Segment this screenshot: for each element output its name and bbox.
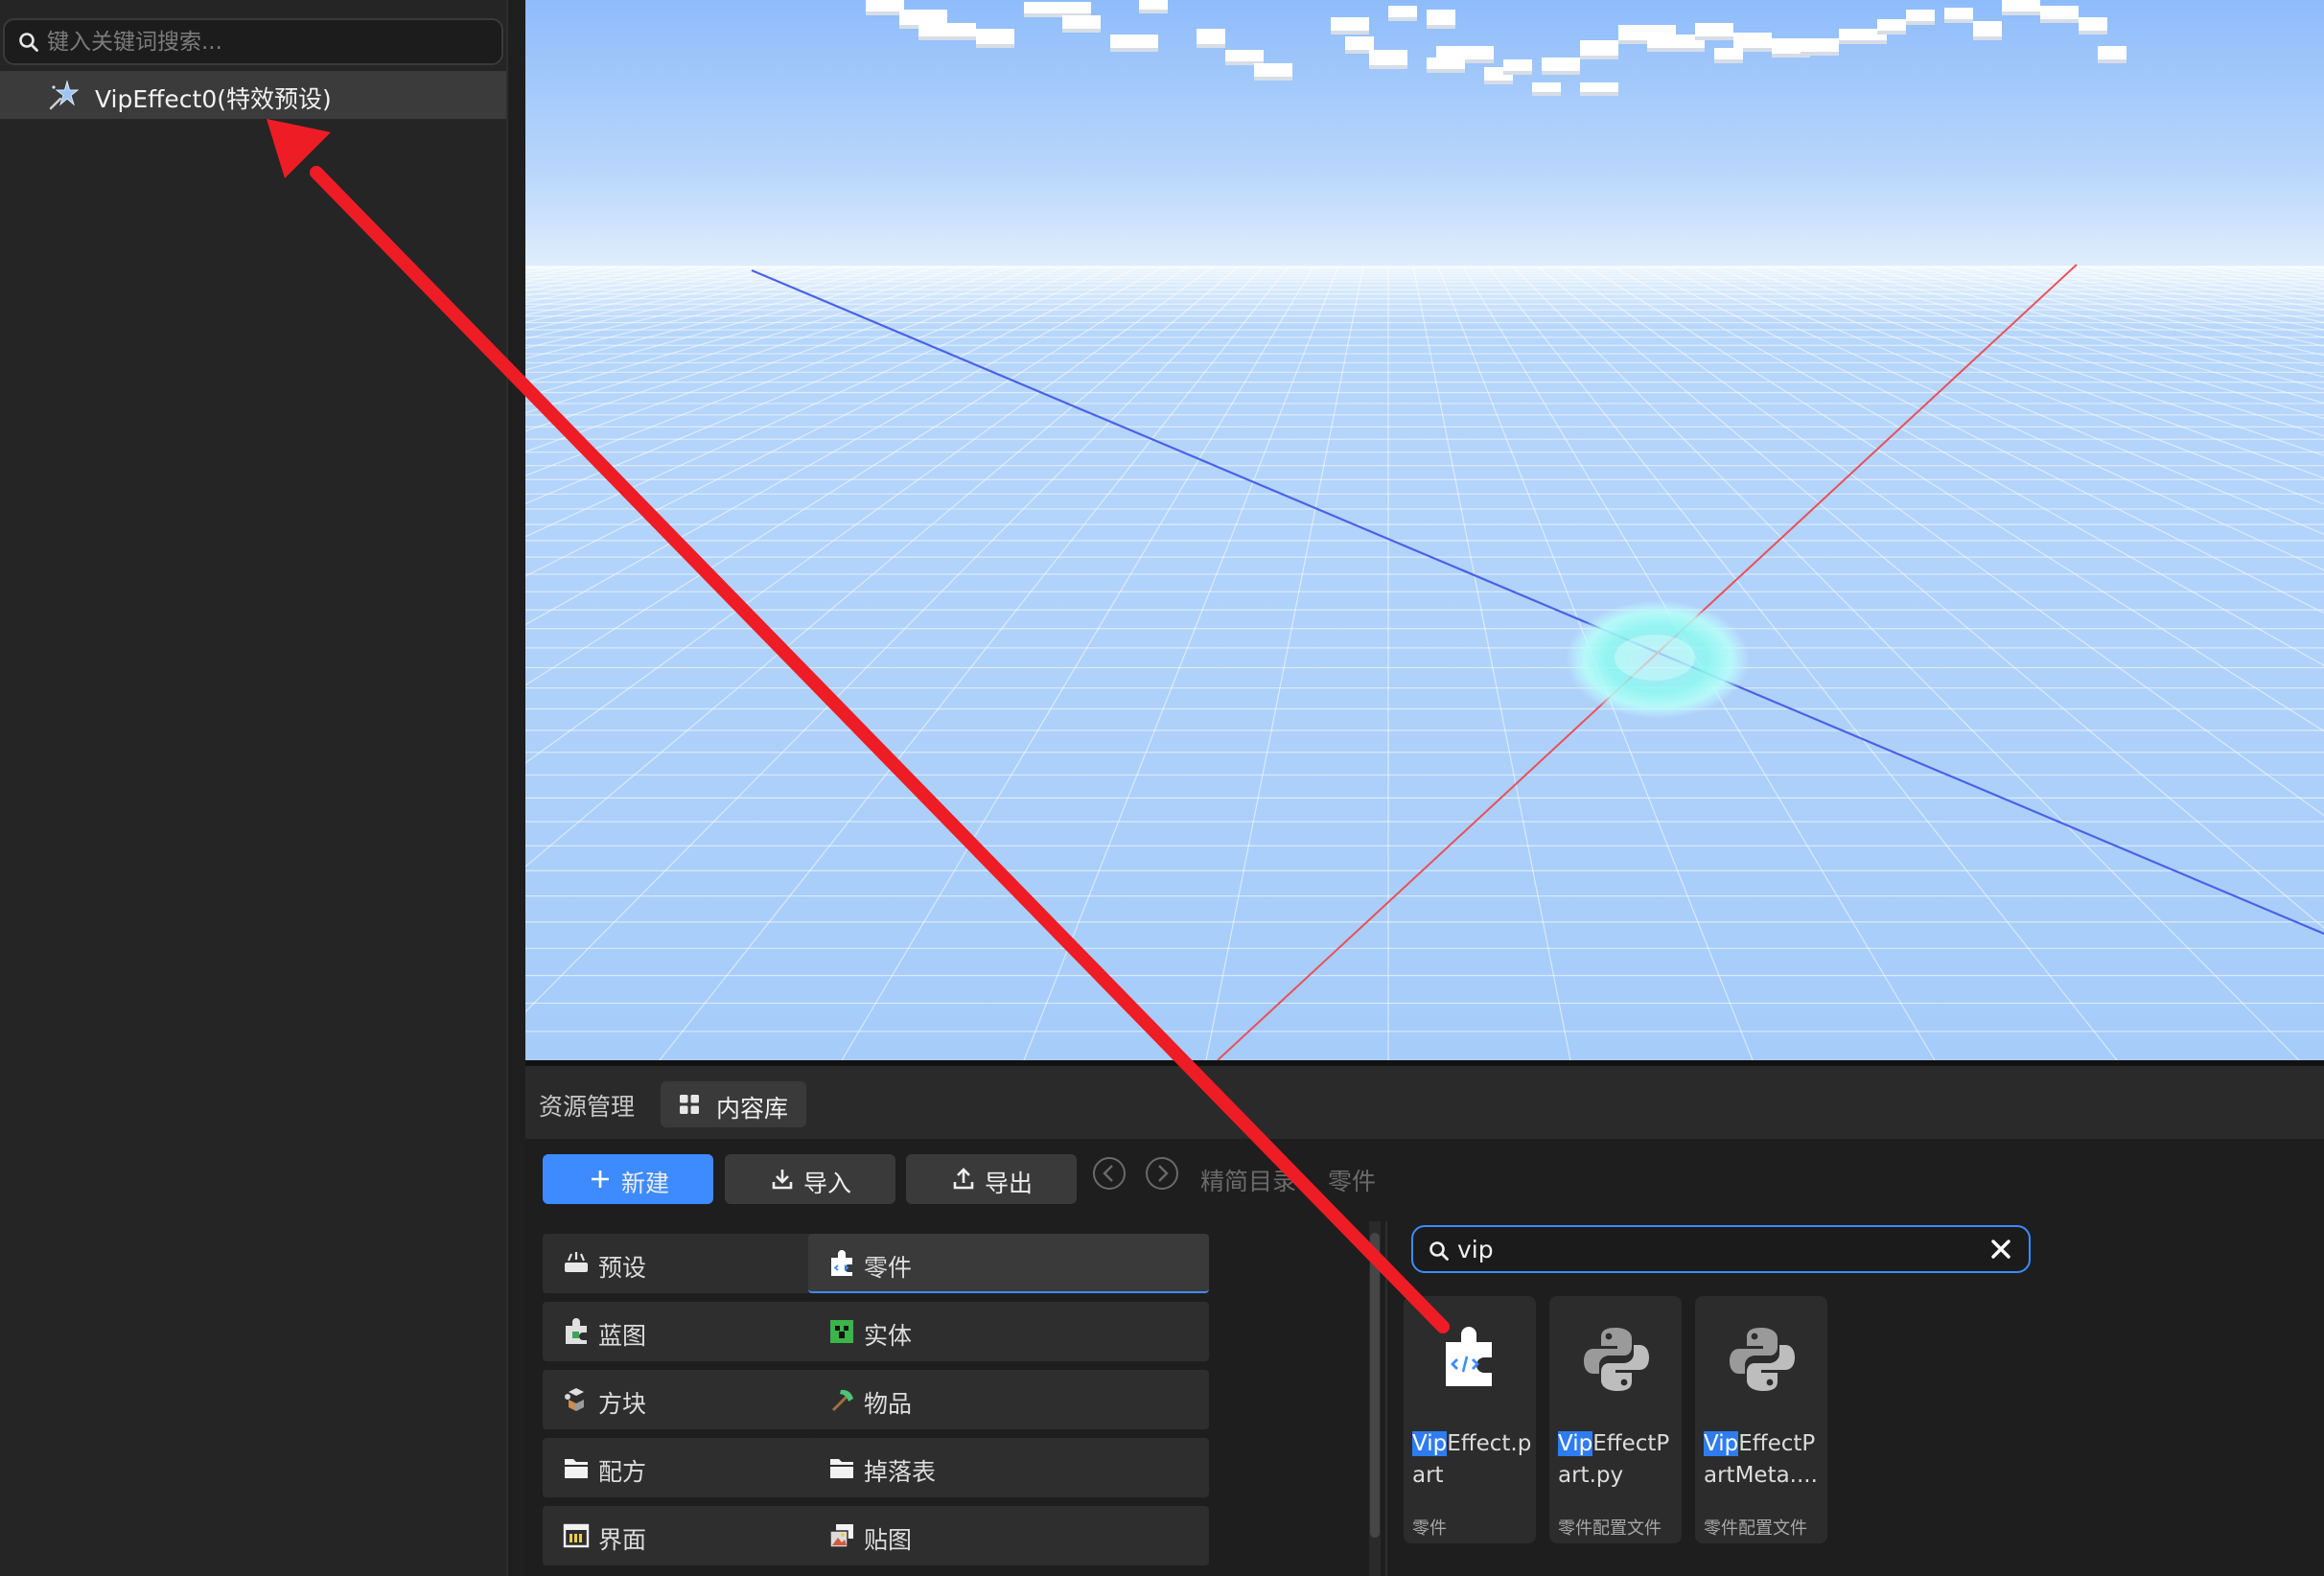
new-button-label: 新建 bbox=[621, 1170, 670, 1197]
asset-type: 零件配置文件 bbox=[1704, 1518, 1807, 1539]
preset-icon bbox=[565, 1252, 588, 1272]
import-button[interactable]: 导入 bbox=[725, 1154, 895, 1204]
category-label: 界面 bbox=[598, 1526, 647, 1554]
asset-thumbnail bbox=[1695, 1296, 1827, 1423]
python-icon bbox=[1730, 1328, 1795, 1391]
folder-icon bbox=[830, 1459, 853, 1478]
export-button-label: 导出 bbox=[985, 1170, 1034, 1197]
tab-content-library[interactable]: 内容库 bbox=[661, 1081, 806, 1127]
breadcrumb-current[interactable]: 零件 bbox=[1328, 1163, 1376, 1197]
asset-name: VipEffect.part bbox=[1412, 1431, 1532, 1488]
asset-name: VipEffectPart.py bbox=[1558, 1431, 1670, 1488]
tab-content-library-label: 内容库 bbox=[716, 1095, 789, 1123]
pane-divider[interactable] bbox=[1385, 1221, 1387, 1576]
texture-icon bbox=[829, 1524, 853, 1548]
bottom-tab-bar: 资源管理 内容库 bbox=[525, 1066, 2324, 1139]
hierarchy-panel: VipEffect0(特效预设) bbox=[0, 0, 506, 1576]
export-button[interactable]: 导出 bbox=[906, 1154, 1077, 1204]
entity-icon bbox=[830, 1320, 853, 1343]
tree-item-vipeffect0[interactable]: VipEffect0(特效预设) bbox=[0, 71, 506, 119]
hierarchy-search-input[interactable] bbox=[47, 20, 488, 63]
block-icon bbox=[565, 1388, 584, 1411]
category-scrollbar[interactable] bbox=[1369, 1221, 1381, 1576]
category-label: 贴图 bbox=[864, 1526, 913, 1554]
category-entity-3[interactable]: 实体 bbox=[808, 1302, 1209, 1361]
effect-star-icon bbox=[49, 80, 80, 110]
category-label: 零件 bbox=[864, 1254, 913, 1282]
plus-icon bbox=[592, 1170, 609, 1188]
folder-icon bbox=[565, 1459, 588, 1478]
content-library-panel: 资源管理 内容库 新建 导入 导出 精简目录 › 零件 预设 零件 蓝图 实体 … bbox=[525, 1066, 2324, 1576]
python-icon bbox=[1584, 1328, 1649, 1391]
asset-card-python-2[interactable]: VipEffectPartMeta.... 零件配置文件 bbox=[1695, 1296, 1827, 1543]
ui-icon bbox=[563, 1523, 590, 1548]
import-icon bbox=[772, 1170, 793, 1190]
blueprint-icon bbox=[566, 1318, 587, 1344]
panel-splitter[interactable] bbox=[506, 0, 525, 1576]
asset-card-part[interactable]: VipEffect.part 零件 bbox=[1404, 1296, 1536, 1543]
category-item-5[interactable]: 物品 bbox=[808, 1370, 1209, 1429]
asset-type: 零件配置文件 bbox=[1558, 1518, 1662, 1539]
asset-search-input[interactable] bbox=[1457, 1227, 1975, 1271]
scene-viewport[interactable] bbox=[525, 0, 2324, 1060]
category-part-1[interactable]: 零件 bbox=[808, 1234, 1209, 1293]
category-label: 掉落表 bbox=[864, 1458, 937, 1486]
category-folder-7[interactable]: 掉落表 bbox=[808, 1438, 1209, 1497]
breadcrumb-separator-icon: › bbox=[1292, 1160, 1303, 1189]
effect-particle-core bbox=[1615, 635, 1695, 681]
asset-card-python-1[interactable]: VipEffectPart.py 零件配置文件 bbox=[1549, 1296, 1682, 1543]
asset-name: VipEffectPartMeta.... bbox=[1704, 1431, 1818, 1488]
part-file-icon bbox=[1446, 1327, 1492, 1386]
tab-asset-management[interactable]: 资源管理 bbox=[539, 1088, 635, 1123]
category-texture-9[interactable]: 贴图 bbox=[808, 1506, 1209, 1565]
asset-thumbnail bbox=[1404, 1296, 1536, 1423]
new-button[interactable]: 新建 bbox=[543, 1154, 713, 1204]
category-label: 方块 bbox=[598, 1390, 647, 1418]
import-button-label: 导入 bbox=[803, 1170, 852, 1197]
category-label: 蓝图 bbox=[598, 1322, 647, 1350]
item-icon bbox=[831, 1389, 853, 1412]
search-icon bbox=[1429, 1241, 1449, 1261]
hierarchy-search-box[interactable] bbox=[3, 18, 503, 65]
category-label: 物品 bbox=[864, 1390, 913, 1418]
sky-background bbox=[525, 0, 2324, 1060]
export-icon bbox=[953, 1168, 974, 1190]
asset-type: 零件 bbox=[1412, 1518, 1447, 1539]
search-icon bbox=[19, 33, 38, 52]
asset-thumbnail bbox=[1549, 1296, 1682, 1423]
tree-item-label: VipEffect0(特效预设) bbox=[95, 85, 332, 113]
back-icon[interactable] bbox=[1092, 1156, 1127, 1191]
category-label: 配方 bbox=[598, 1458, 647, 1486]
scene-canvas[interactable] bbox=[525, 0, 2324, 1060]
scrollbar-thumb[interactable] bbox=[1370, 1233, 1380, 1538]
forward-icon[interactable] bbox=[1145, 1156, 1179, 1191]
category-label: 预设 bbox=[598, 1254, 647, 1282]
clear-search-icon[interactable] bbox=[1990, 1239, 2011, 1260]
part-icon bbox=[831, 1250, 852, 1276]
breadcrumb-root[interactable]: 精简目录 bbox=[1200, 1163, 1296, 1197]
asset-search-box[interactable] bbox=[1411, 1225, 2031, 1273]
category-label: 实体 bbox=[864, 1322, 913, 1350]
grid-icon bbox=[680, 1095, 699, 1114]
